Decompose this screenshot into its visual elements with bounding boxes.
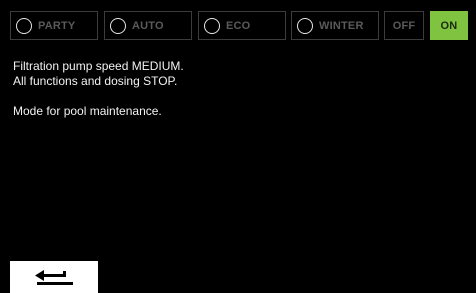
mode-winter-label: WINTER <box>319 19 364 32</box>
mode-bar: PARTY AUTO ECO WINTER OFF ON <box>10 11 468 42</box>
return-arrow-icon <box>35 270 73 285</box>
description-line-stop: All functions and dosing STOP. <box>13 74 178 88</box>
back-button[interactable] <box>10 261 98 293</box>
radio-circle-icon <box>297 17 313 34</box>
mode-on-button[interactable]: ON <box>430 11 468 40</box>
mode-on-label: ON <box>440 19 458 32</box>
radio-circle-icon <box>204 17 220 34</box>
radio-circle-icon <box>110 17 126 34</box>
mode-auto-label: AUTO <box>132 19 164 32</box>
mode-party-button[interactable]: PARTY <box>10 11 98 40</box>
mode-party-label: PARTY <box>38 19 76 32</box>
mode-description: Filtration pump speed MEDIUM. All functi… <box>13 59 453 119</box>
radio-circle-icon <box>16 17 32 34</box>
mode-winter-button[interactable]: WINTER <box>291 11 379 40</box>
description-line-speed: Filtration pump speed MEDIUM. <box>13 59 184 73</box>
description-line-maintenance: Mode for pool maintenance. <box>13 104 162 118</box>
mode-off-button[interactable]: OFF <box>384 11 424 40</box>
mode-eco-label: ECO <box>226 19 251 32</box>
mode-off-label: OFF <box>392 19 416 32</box>
mode-eco-button[interactable]: ECO <box>198 11 286 40</box>
mode-auto-button[interactable]: AUTO <box>104 11 192 40</box>
